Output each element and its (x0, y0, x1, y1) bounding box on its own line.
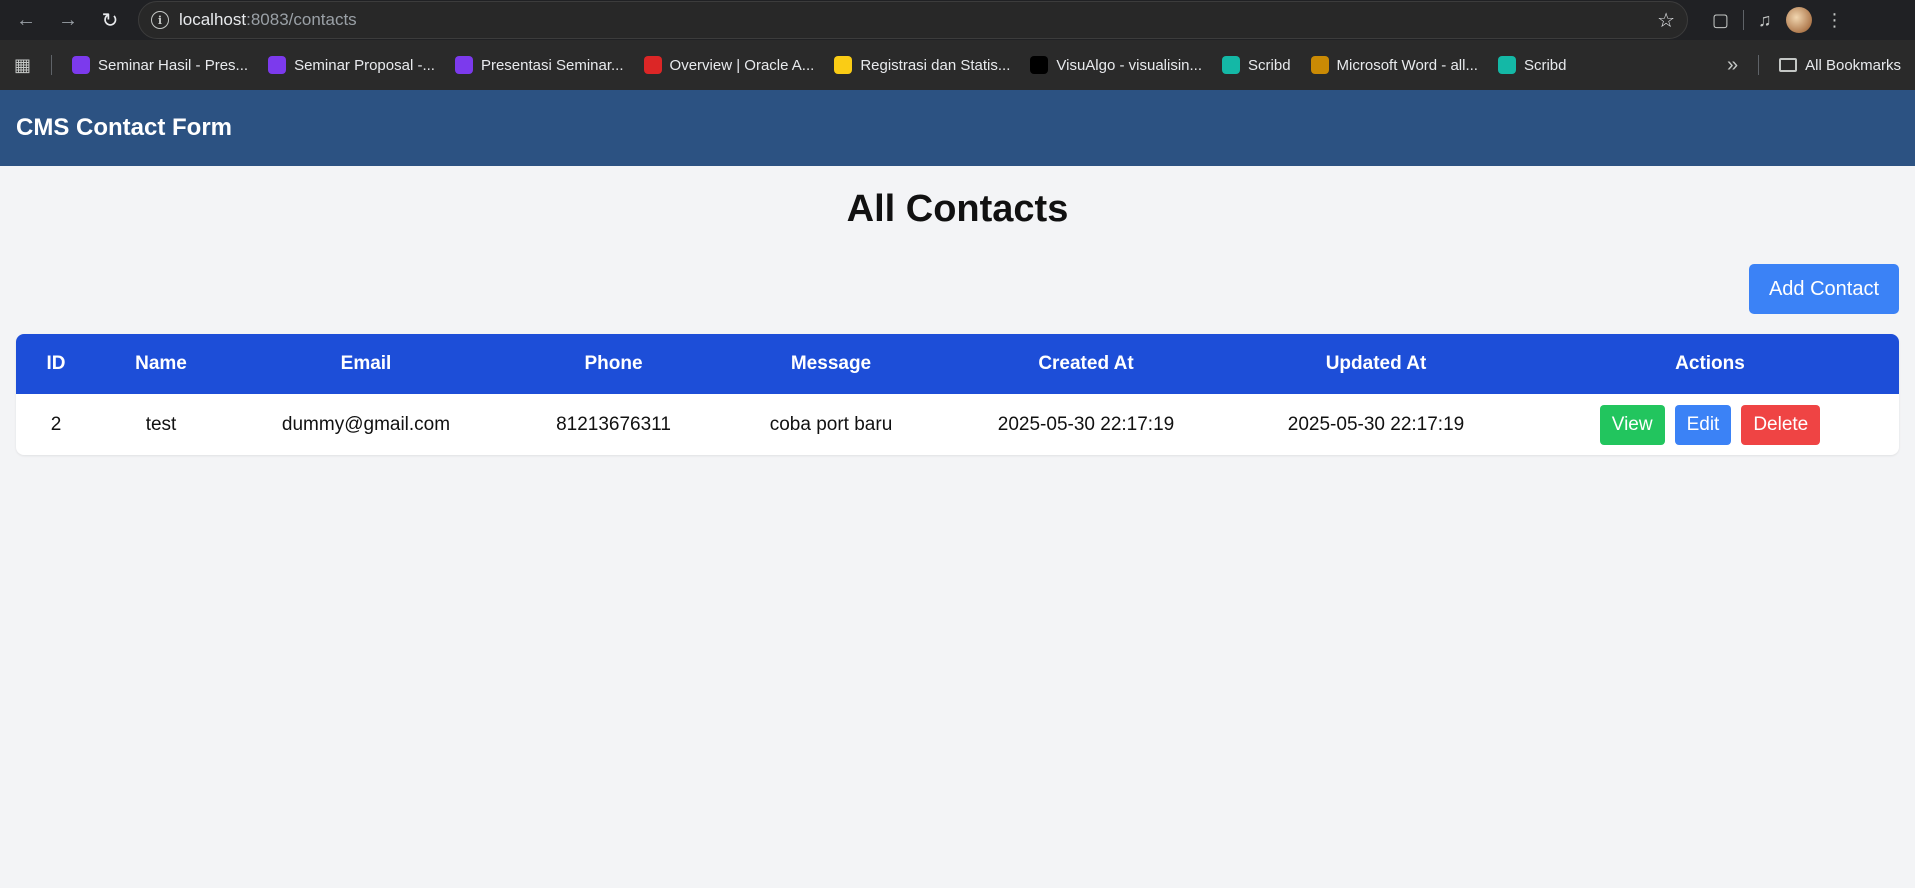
cell-created-at: 2025-05-30 22:17:19 (997, 413, 1175, 435)
bookmark-label: Seminar Hasil - Pres... (98, 56, 249, 74)
bookmark-label: Microsoft Word - all... (1336, 56, 1478, 74)
bookmark-favicon-icon (1030, 56, 1049, 74)
bookmark-label: Registrasi dan Statis... (860, 56, 1011, 74)
add-contact-button[interactable]: Add Contact (1749, 264, 1899, 314)
col-header-updated-at: Updated At (1325, 353, 1427, 374)
extensions-icon[interactable]: ▢ (1712, 10, 1729, 31)
site-info-icon[interactable]: i (151, 11, 169, 29)
bookmark-favicon-icon (1497, 56, 1516, 74)
menu-icon[interactable]: ⋮ (1826, 10, 1844, 31)
bookmark-favicon-icon (1310, 56, 1329, 74)
address-bar[interactable]: i localhost:8083/contacts ☆ (138, 1, 1688, 39)
col-header-created-at: Created At (1038, 353, 1134, 374)
bookmark-favicon-icon (454, 56, 473, 74)
bookmark-list: Seminar Hasil - Pres... Seminar Proposal … (72, 56, 1567, 74)
bookmark-label: Scribd (1248, 56, 1291, 74)
bookmark-label: Presentasi Seminar... (480, 56, 624, 74)
table-header-row: ID Name Email Phone Message Created At U… (16, 334, 1899, 394)
folder-icon (1779, 58, 1798, 72)
bookmark-item[interactable]: Overview | Oracle A... (643, 56, 815, 74)
bookmark-item[interactable]: Scribd (1497, 56, 1567, 74)
col-header-actions: Actions (1675, 353, 1745, 374)
bookmark-label: Overview | Oracle A... (669, 56, 815, 74)
cell-phone: 81213676311 (556, 413, 671, 435)
cell-updated-at: 2025-05-30 22:17:19 (1287, 413, 1465, 435)
reload-icon[interactable]: ↻ (92, 2, 128, 38)
cell-actions: View Edit Delete (1521, 394, 1899, 455)
bookmark-item[interactable]: Seminar Hasil - Pres... (72, 56, 248, 74)
bookmark-item[interactable]: Presentasi Seminar... (454, 56, 624, 74)
more-bookmarks-icon[interactable]: » (1727, 54, 1738, 77)
cell-id: 2 (50, 413, 62, 435)
col-header-email: Email (340, 353, 392, 374)
page-toolbar: Add Contact (16, 264, 1899, 314)
delete-button[interactable]: Delete (1741, 404, 1821, 445)
url-text[interactable]: localhost:8083/contacts (179, 10, 1647, 30)
cell-name: test (145, 413, 177, 435)
profile-avatar[interactable] (1785, 7, 1812, 33)
app-title[interactable]: CMS Contact Form (16, 114, 232, 142)
bookmark-item[interactable]: Seminar Proposal -... (268, 56, 435, 74)
bookmarks-divider (51, 55, 53, 75)
media-control-icon[interactable]: ♫ (1758, 10, 1772, 31)
browser-toolbar: ← → ↻ i localhost:8083/contacts ☆ ▢ ♫ ⋮ (0, 0, 1915, 40)
forward-icon[interactable]: → (50, 2, 86, 38)
table-row: 2 test dummy@gmail.com 81213676311 coba … (16, 394, 1899, 455)
bookmark-favicon-icon (834, 56, 853, 74)
bookmark-item[interactable]: Registrasi dan Statis... (834, 56, 1010, 74)
bookmark-favicon-icon (268, 56, 287, 74)
col-header-message: Message (790, 353, 872, 374)
bookmark-favicon-icon (1222, 56, 1241, 74)
cell-message: coba port baru (769, 413, 893, 435)
bookmarks-divider (1758, 55, 1760, 75)
bookmark-label: VisuAlgo - visualisin... (1056, 56, 1203, 74)
col-header-phone: Phone (584, 353, 643, 374)
bookmark-star-icon[interactable]: ☆ (1657, 8, 1675, 33)
view-button[interactable]: View (1599, 404, 1665, 445)
col-header-id: ID (46, 353, 66, 374)
page-title: All Contacts (846, 188, 1069, 230)
col-header-name: Name (135, 353, 187, 374)
bookmark-item[interactable]: VisuAlgo - visualisin... (1030, 56, 1202, 74)
bookmark-item[interactable]: Microsoft Word - all... (1310, 56, 1478, 74)
back-icon[interactable]: ← (8, 2, 44, 38)
bookmark-favicon-icon (643, 56, 662, 74)
bookmark-favicon-icon (72, 56, 91, 74)
bookmark-label: Scribd (1523, 56, 1567, 74)
bookmark-item[interactable]: Scribd (1222, 56, 1291, 74)
app-header: CMS Contact Form (0, 90, 1915, 166)
apps-grid-icon[interactable]: ▦ (14, 55, 31, 76)
edit-button[interactable]: Edit (1674, 404, 1732, 445)
all-bookmarks-folder[interactable]: All Bookmarks (1779, 57, 1901, 74)
contacts-table: ID Name Email Phone Message Created At U… (16, 334, 1899, 455)
bookmark-label: Seminar Proposal -... (294, 56, 435, 74)
toolbar-divider (1743, 10, 1745, 30)
cell-email: dummy@gmail.com (281, 413, 451, 435)
bookmarks-bar: ▦ Seminar Hasil - Pres... Seminar Proposa… (0, 40, 1915, 90)
main-content: All Contacts Add Contact ID Name Email P… (0, 188, 1915, 455)
